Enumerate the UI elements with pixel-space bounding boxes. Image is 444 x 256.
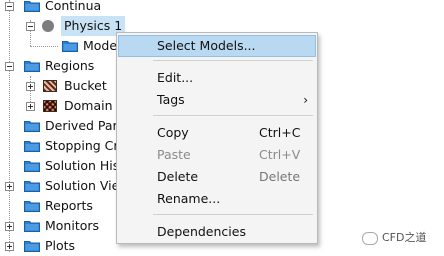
tree-label: Domain — [64, 98, 113, 113]
context-menu: Select Models... Edit... Tags › Copy Ctr… — [116, 32, 318, 244]
collapse-toggle[interactable] — [26, 22, 35, 31]
wechat-icon — [362, 231, 378, 245]
region-icon — [43, 100, 57, 112]
expand-toggle[interactable] — [5, 242, 14, 251]
menu-item-tags[interactable]: Tags › — [119, 90, 315, 110]
menu-label: Select Models... — [157, 38, 256, 53]
collapse-toggle[interactable] — [5, 2, 14, 11]
folder-icon — [24, 140, 40, 152]
folder-icon — [24, 200, 40, 212]
folder-icon — [24, 180, 40, 192]
physics-continuum-icon — [42, 20, 54, 32]
tree-label: Reports — [45, 198, 93, 213]
menu-separator — [153, 214, 313, 215]
expand-toggle[interactable] — [5, 182, 14, 191]
menu-label: Dependencies — [157, 224, 246, 239]
folder-icon — [24, 0, 40, 12]
menu-shortcut: Ctrl+C — [259, 125, 301, 140]
tree-label: Continua — [45, 0, 102, 13]
menu-shortcut: Ctrl+V — [259, 147, 301, 162]
expand-toggle[interactable] — [5, 222, 14, 231]
menu-label: Rename... — [157, 191, 221, 206]
menu-label: Edit... — [157, 70, 194, 85]
expand-toggle[interactable] — [26, 102, 35, 111]
menu-item-paste: Paste Ctrl+V — [119, 145, 315, 165]
folder-icon — [24, 160, 40, 172]
menu-label: Paste — [157, 147, 191, 162]
tree-label: Bucket — [64, 78, 107, 93]
tree-item-continua[interactable]: Continua — [0, 0, 200, 16]
folder-icon — [62, 40, 78, 52]
folder-icon — [24, 60, 40, 72]
submenu-arrow-icon: › — [303, 93, 308, 107]
menu-item-copy[interactable]: Copy Ctrl+C — [119, 123, 315, 143]
menu-separator — [153, 115, 313, 116]
folder-icon — [24, 220, 40, 232]
tree-label: Monitors — [45, 218, 100, 233]
menu-label: Delete — [157, 169, 199, 184]
tree-label: Plots — [45, 238, 76, 253]
menu-item-select-models[interactable]: Select Models... — [118, 35, 316, 57]
region-icon — [43, 80, 57, 92]
menu-item-edit[interactable]: Edit... — [119, 68, 315, 88]
tree-label: Regions — [45, 58, 95, 73]
menu-item-rename[interactable]: Rename... — [119, 189, 315, 209]
menu-separator — [153, 60, 313, 61]
folder-icon — [24, 120, 40, 132]
menu-label: Copy — [157, 125, 189, 140]
watermark: CFD之道 — [362, 228, 426, 248]
menu-item-delete[interactable]: Delete Delete — [119, 167, 315, 187]
menu-shortcut: Delete — [259, 169, 301, 184]
collapse-toggle[interactable] — [5, 62, 14, 71]
expand-toggle[interactable] — [26, 82, 35, 91]
watermark-text: CFD之道 — [382, 231, 427, 244]
menu-label: Tags — [157, 92, 185, 107]
folder-icon — [24, 240, 40, 252]
menu-item-dependencies[interactable]: Dependencies — [119, 222, 315, 242]
